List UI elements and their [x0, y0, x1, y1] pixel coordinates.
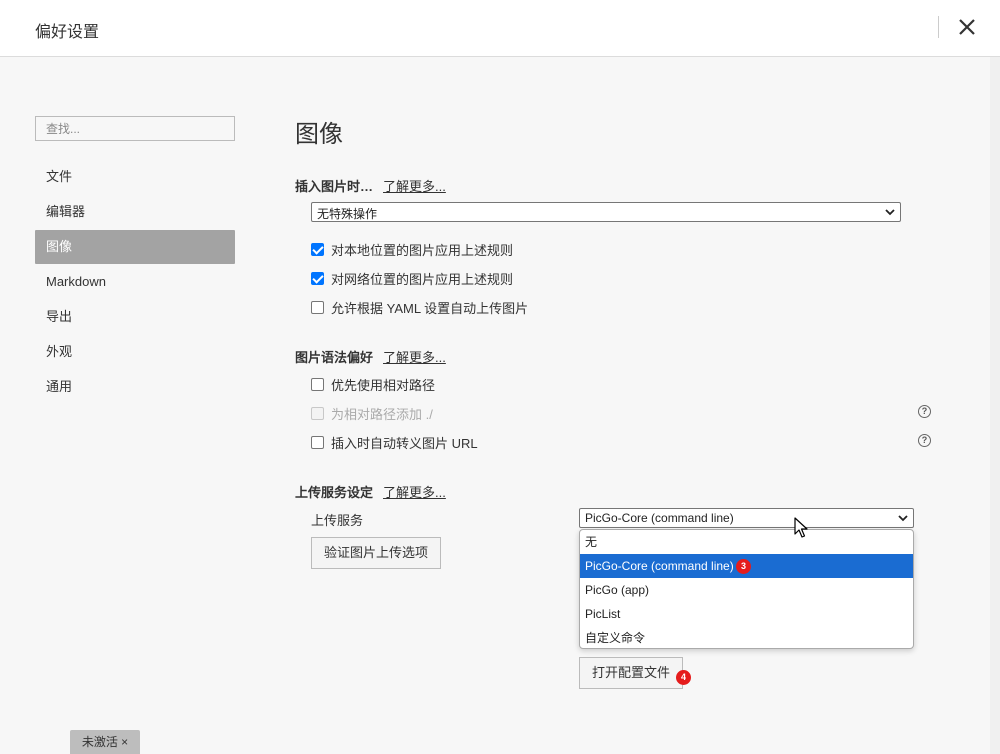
option-piclist[interactable]: PicList	[580, 602, 913, 626]
sidebar-item-general[interactable]: 通用	[35, 370, 235, 404]
sidebar-item-file[interactable]: 文件	[35, 160, 235, 194]
check-yaml-upload-label: 允许根据 YAML 设置自动上传图片	[331, 300, 529, 316]
open-config-button[interactable]: 打开配置文件	[579, 657, 684, 689]
sidebar-item-image[interactable]: 图像	[35, 230, 235, 264]
step-badge-3: 3	[736, 559, 751, 574]
sidebar-item-export[interactable]: 导出	[35, 300, 235, 334]
help-icon[interactable]: ?	[918, 405, 931, 418]
option-custom-command[interactable]: 自定义命令	[580, 626, 913, 648]
section-syntax-title: 图片语法偏好	[295, 350, 374, 365]
chevron-down-icon	[885, 209, 895, 216]
check-dot-slash: 为相对路径添加 ./	[311, 403, 433, 423]
check-local-images[interactable]: 对本地位置的图片应用上述规则	[311, 239, 513, 259]
step-badge-4: 4	[676, 670, 691, 685]
section-upload-heading: 上传服务设定 了解更多...	[295, 482, 446, 501]
sidebar-item-editor[interactable]: 编辑器	[35, 195, 235, 229]
check-network-images[interactable]: 对网络位置的图片应用上述规则	[311, 268, 513, 288]
sidebar-item-appearance[interactable]: 外观	[35, 335, 235, 369]
check-network-images-label: 对网络位置的图片应用上述规则	[331, 271, 514, 287]
check-escape-url[interactable]: 插入时自动转义图片 URL	[311, 432, 478, 452]
checkbox-yaml-upload[interactable]	[311, 300, 324, 314]
upload-learn-more-link[interactable]: 了解更多...	[383, 485, 446, 500]
window-title: 偏好设置	[35, 24, 100, 41]
option-none[interactable]: 无	[580, 530, 913, 554]
help-icon[interactable]: ?	[918, 434, 931, 447]
section-insert-title: 插入图片时…	[295, 179, 374, 194]
option-picgo-core[interactable]: PicGo-Core (command line) 3	[580, 554, 913, 578]
close-icon	[959, 19, 975, 35]
search-input[interactable]	[35, 116, 235, 141]
section-insert-heading: 插入图片时… 了解更多...	[295, 176, 446, 195]
check-relative-path-label: 优先使用相对路径	[331, 377, 436, 393]
checkbox-local-images[interactable]	[311, 242, 324, 256]
check-dot-slash-label: 为相对路径添加 ./	[331, 406, 433, 422]
upload-service-value: PicGo-Core (command line)	[585, 511, 734, 525]
mouse-pointer-icon	[794, 517, 808, 538]
option-picgo-app[interactable]: PicGo (app)	[580, 578, 913, 602]
verify-upload-button[interactable]: 验证图片上传选项	[311, 537, 442, 569]
upload-service-select[interactable]: PicGo-Core (command line)	[579, 508, 914, 528]
checkbox-dot-slash	[311, 406, 324, 420]
checkbox-network-images[interactable]	[311, 271, 324, 285]
unactivated-tag[interactable]: 未激活 ×	[70, 730, 140, 754]
option-picgo-core-label: PicGo-Core (command line)	[585, 559, 734, 573]
check-escape-url-label: 插入时自动转义图片 URL	[331, 435, 478, 451]
check-yaml-upload[interactable]: 允许根据 YAML 设置自动上传图片	[311, 297, 528, 317]
sidebar-item-markdown[interactable]: Markdown	[35, 265, 235, 299]
insert-action-select[interactable]: 无特殊操作	[311, 202, 901, 222]
upload-service-dropdown: 无 PicGo-Core (command line) 3 PicGo (app…	[579, 529, 914, 649]
check-local-images-label: 对本地位置的图片应用上述规则	[331, 242, 514, 258]
scrollbar[interactable]	[990, 57, 1000, 754]
close-button[interactable]	[955, 15, 979, 39]
page-title: 图像	[295, 121, 343, 148]
syntax-learn-more-link[interactable]: 了解更多...	[383, 350, 446, 365]
section-upload-title: 上传服务设定	[295, 485, 374, 500]
title-bar: 偏好设置	[0, 0, 1000, 57]
insert-learn-more-link[interactable]: 了解更多...	[383, 179, 446, 194]
upload-service-label: 上传服务	[311, 513, 364, 528]
checkbox-escape-url[interactable]	[311, 435, 324, 449]
section-syntax-heading: 图片语法偏好 了解更多...	[295, 347, 446, 366]
check-relative-path[interactable]: 优先使用相对路径	[311, 374, 435, 394]
insert-action-value: 无特殊操作	[317, 207, 378, 221]
chevron-down-icon	[898, 515, 908, 522]
title-divider	[938, 16, 939, 38]
sidebar-nav: 文件 编辑器 图像 Markdown 导出 外观 通用	[35, 160, 235, 405]
checkbox-relative-path[interactable]	[311, 377, 324, 391]
